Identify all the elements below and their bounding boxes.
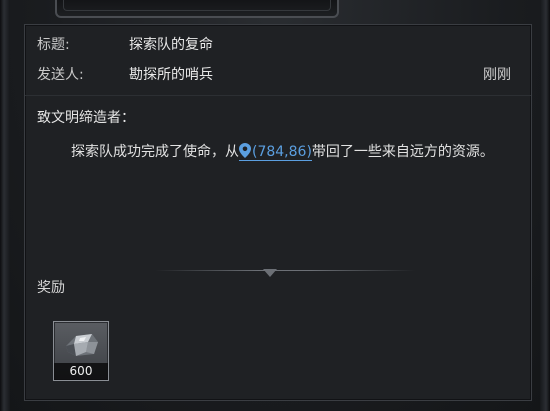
mail-sender: 勘探所的哨兵 [129, 67, 213, 83]
frame-edge-left [0, 0, 10, 411]
sender-label: 发送人: [37, 67, 84, 83]
body-text-after: 带回了一些来自远方的资源。 [311, 144, 494, 160]
mail-sender-row: 发送人: 勘探所的哨兵 刚刚 [37, 63, 519, 87]
header-separator [25, 95, 531, 96]
mail-body: 探索队成功完成了使命，从 (784,86)带回了一些来自远方的资源。 [37, 137, 507, 167]
coordinate-text: (784,86) [252, 144, 312, 160]
rewards-label: 奖励 [37, 280, 65, 296]
mail-greeting: 致文明缔造者： [37, 110, 135, 126]
top-tab-decoration [55, 0, 339, 18]
mail-title: 探索队的复命 [129, 37, 213, 53]
mail-panel: 标题: 探索队的复命 发送人: 勘探所的哨兵 刚刚 致文明缔造者： 探索队成功完… [24, 24, 532, 401]
reward-item[interactable]: 600 [53, 321, 109, 381]
section-divider [155, 270, 415, 271]
mail-timestamp: 刚刚 [483, 67, 511, 83]
reward-quantity: 600 [54, 363, 108, 380]
frame-edge-right [540, 0, 550, 411]
title-label: 标题: [37, 37, 70, 53]
divider-notch [263, 269, 277, 277]
mail-window: 标题: 探索队的复命 发送人: 勘探所的哨兵 刚刚 致文明缔造者： 探索队成功完… [0, 0, 550, 411]
mail-title-row: 标题: 探索队的复命 [37, 33, 519, 57]
location-pin-icon [239, 143, 251, 158]
iron-ore-icon [66, 334, 98, 356]
coordinate-link[interactable]: (784,86) [239, 143, 312, 161]
body-text-before: 探索队成功完成了使命，从 [71, 144, 239, 160]
